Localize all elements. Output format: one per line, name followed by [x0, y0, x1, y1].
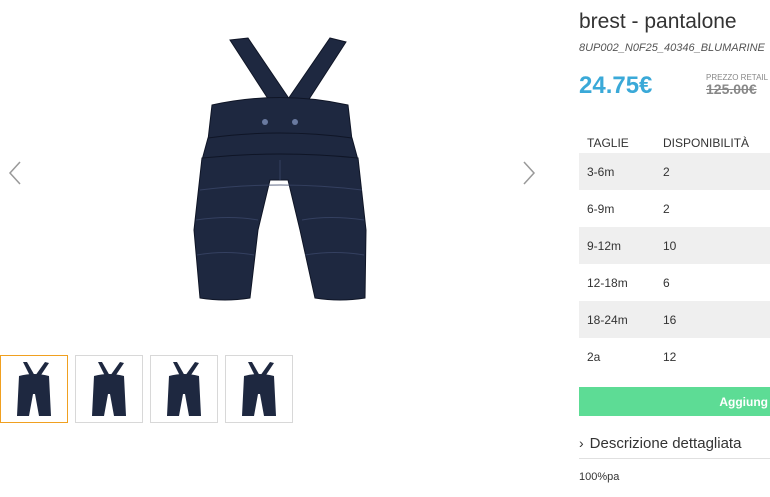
- table-row[interactable]: 6-9m 2: [579, 190, 770, 227]
- product-thumbnail-image: [17, 362, 51, 416]
- description-toggle[interactable]: › Descrizione dettagliata: [579, 435, 770, 459]
- product-sku: 8UP002_N0F25_40346_BLUMARINE: [579, 42, 765, 54]
- thumbnail-2[interactable]: [75, 355, 143, 423]
- table-row[interactable]: 9-12m 10: [579, 227, 770, 264]
- product-thumbnail-image: [167, 362, 201, 416]
- chevron-left-icon[interactable]: [6, 160, 26, 186]
- thumbnail-strip: [0, 355, 293, 423]
- thumbnail-4[interactable]: [225, 355, 293, 423]
- table-row[interactable]: 2a 12: [579, 338, 770, 375]
- table-row[interactable]: 12-18m 6: [579, 264, 770, 301]
- quantity-cell: 12: [663, 349, 677, 364]
- chevron-right-icon[interactable]: [518, 160, 538, 186]
- column-header-availability: DISPONIBILITÀ: [663, 136, 750, 150]
- thumbnail-1[interactable]: [0, 355, 68, 423]
- sizes-table: TAGLIE DISPONIBILITÀ 3-6m 2 6-9m 2 9-12m…: [579, 133, 770, 375]
- size-cell: 6-9m: [587, 201, 615, 216]
- product-main-image: [193, 37, 367, 301]
- column-header-size: TAGLIE: [587, 136, 629, 150]
- quantity-cell: 2: [655, 153, 770, 190]
- description-text: 100%pa: [579, 471, 620, 483]
- table-row[interactable]: 18-24m 16: [579, 301, 770, 338]
- add-to-cart-button[interactable]: Aggiung: [579, 387, 770, 416]
- retail-price: 125.00€: [706, 81, 757, 97]
- chevron-right-icon: ›: [579, 435, 584, 451]
- thumbnail-3[interactable]: [150, 355, 218, 423]
- table-row[interactable]: 3-6m 2: [579, 153, 770, 190]
- product-price: 24.75€: [579, 72, 653, 99]
- table-header-row: TAGLIE DISPONIBILITÀ: [579, 133, 770, 153]
- size-cell: 9-12m: [579, 227, 655, 264]
- product-thumbnail-image: [92, 362, 126, 416]
- product-thumbnail-image: [242, 362, 276, 416]
- quantity-cell: 2: [663, 201, 670, 216]
- quantity-cell: 6: [663, 275, 670, 290]
- size-cell: 3-6m: [579, 153, 655, 190]
- size-cell: 12-18m: [587, 275, 628, 290]
- size-cell: 18-24m: [579, 301, 655, 338]
- quantity-cell: 10: [655, 227, 770, 264]
- product-title: brest - pantalone: [579, 10, 737, 33]
- description-toggle-label: Descrizione dettagliata: [589, 435, 742, 452]
- size-cell: 2a: [587, 349, 601, 364]
- quantity-cell: 16: [655, 301, 770, 338]
